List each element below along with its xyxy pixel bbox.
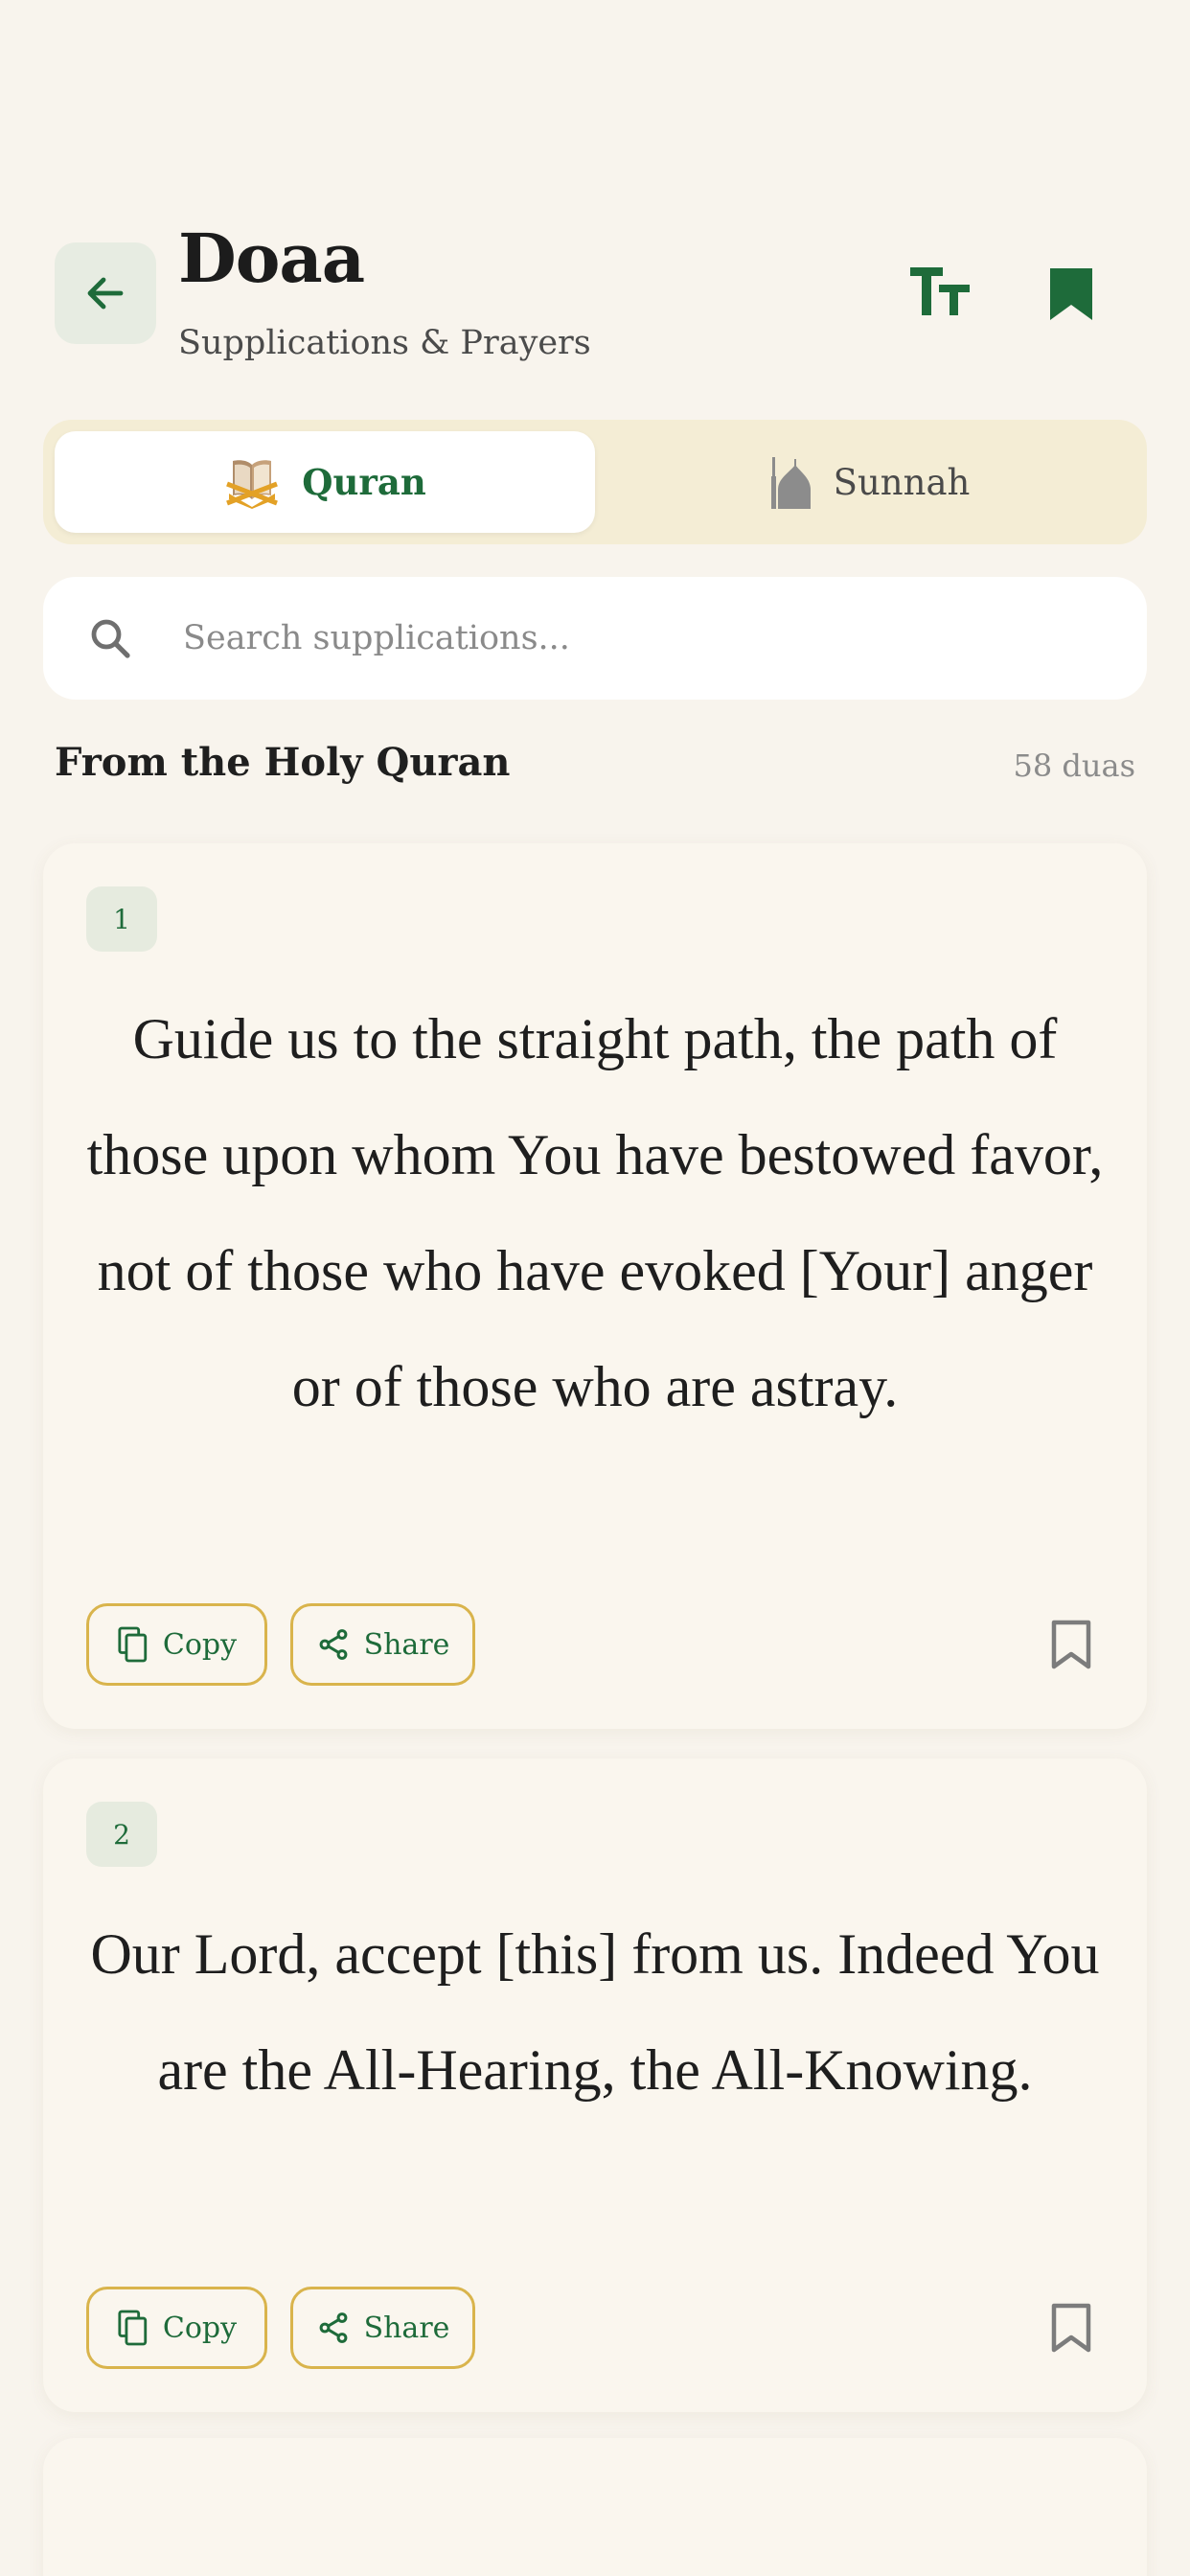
dua-text: Our Lord, accept [this] from us. Indeed … bbox=[90, 1922, 1100, 2102]
tab-sunnah-label: Sunnah bbox=[833, 461, 971, 503]
share-icon bbox=[319, 2312, 347, 2343]
open-book-icon bbox=[226, 460, 279, 509]
dua-card: 2 Our Lord, accept [this] from us. Indee… bbox=[43, 1759, 1147, 2412]
dua-card bbox=[43, 2438, 1147, 2576]
search-input[interactable] bbox=[183, 604, 1093, 673]
copy-button[interactable]: Copy bbox=[86, 1603, 267, 1686]
text-size-icon bbox=[910, 267, 970, 315]
search-bar bbox=[43, 577, 1147, 700]
dua-count: 58 duas bbox=[1013, 748, 1135, 784]
dua-number-badge: 2 bbox=[86, 1802, 157, 1867]
category-tabs: Quran Sunnah bbox=[43, 420, 1147, 544]
page-subtitle: Supplications & Prayers bbox=[178, 324, 591, 362]
tab-quran-label: Quran bbox=[302, 461, 426, 503]
share-label: Share bbox=[363, 1627, 450, 1662]
copy-icon bbox=[118, 2310, 148, 2346]
mosque-icon bbox=[770, 457, 811, 509]
bookmark-outline-icon[interactable] bbox=[1049, 2302, 1093, 2354]
text-size-button[interactable] bbox=[910, 264, 972, 321]
share-button[interactable]: Share bbox=[290, 2287, 475, 2369]
dua-text: Guide us to the straight path, the path … bbox=[86, 1007, 1104, 1418]
dua-number-badge: 1 bbox=[86, 886, 157, 952]
bookmark-filled-icon bbox=[1050, 268, 1092, 320]
doaa-screen: Doaa Supplications & Prayers Quran Sunna… bbox=[0, 0, 1190, 2576]
share-label: Share bbox=[363, 2311, 450, 2345]
copy-icon bbox=[118, 1626, 148, 1663]
bookmark-outline-icon[interactable] bbox=[1049, 1619, 1093, 1670]
copy-button[interactable]: Copy bbox=[86, 2287, 267, 2369]
back-button[interactable] bbox=[55, 242, 156, 344]
copy-label: Copy bbox=[162, 1627, 238, 1662]
share-icon bbox=[319, 1629, 347, 1660]
search-icon bbox=[91, 619, 130, 658]
copy-label: Copy bbox=[162, 2311, 238, 2345]
bookmarks-button[interactable] bbox=[1046, 264, 1096, 324]
page-title: Doaa bbox=[178, 218, 365, 298]
arrow-left-icon bbox=[87, 277, 124, 310]
share-button[interactable]: Share bbox=[290, 1603, 475, 1686]
tab-quran[interactable]: Quran bbox=[55, 431, 595, 533]
dua-card: 1 Guide us to the straight path, the pat… bbox=[43, 843, 1147, 1729]
section-title: From the Holy Quran bbox=[55, 740, 511, 785]
tab-sunnah[interactable]: Sunnah bbox=[599, 431, 1139, 533]
